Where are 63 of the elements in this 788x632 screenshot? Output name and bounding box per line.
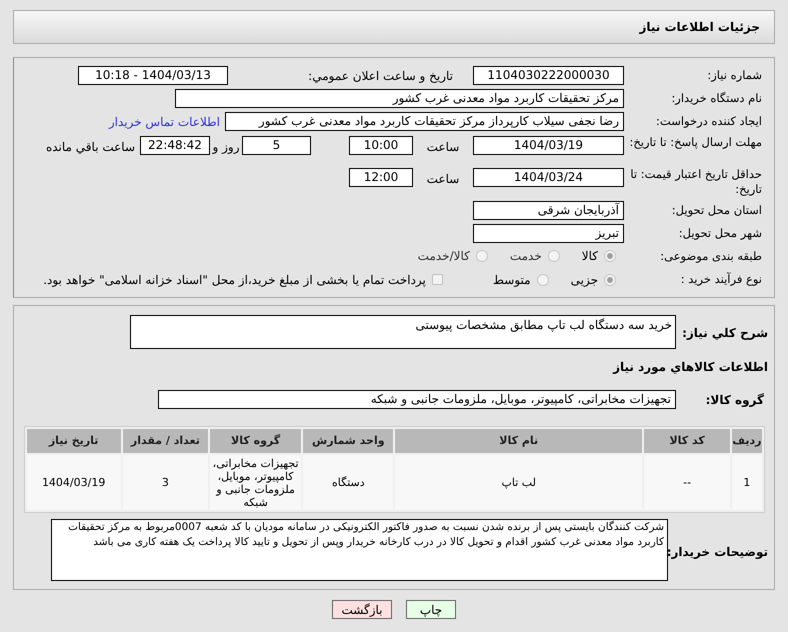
table-cell: 3: [122, 455, 208, 510]
field-label: روز و: [211, 139, 240, 156]
option-label: متوسط: [492, 272, 531, 288]
text-field[interactable]: آذربایجان شرقی: [473, 200, 624, 220]
field-label: ساعت باقي مانده: [46, 139, 135, 156]
field-label: مهلت ارسال پاسخ: تا تاریخ:: [628, 135, 762, 150]
radio-button[interactable]: [548, 250, 560, 262]
contact-link[interactable]: اطلاعات تماس خریدار: [108, 112, 220, 131]
text-field[interactable]: مرکز تحقیقات کاربرد مواد معدنی غرب کشور: [175, 89, 624, 108]
column-header: گروه کالا: [210, 429, 302, 453]
radio-button[interactable]: [476, 250, 488, 262]
option-label: خدمت: [510, 248, 542, 266]
text-field[interactable]: تبریز: [473, 224, 624, 243]
page-title: جزئیات اطلاعات نیاز: [639, 19, 760, 36]
field-label: حداقل تاریخ اعتبار قیمت: تا تاریخ:: [629, 166, 762, 197]
column-header: ردیف: [732, 429, 762, 453]
text-field[interactable]: 10:00: [349, 136, 413, 156]
radio-button[interactable]: [536, 274, 549, 286]
column-header: واحد شمارش: [303, 429, 394, 453]
column-header: کد کالا: [644, 429, 730, 453]
text-field[interactable]: تجهیزات مخابراتی، کامپیوتر، موبایل، ملزومات جانبی و شبکه: [158, 390, 676, 409]
back-button[interactable]: بازگشت: [332, 600, 392, 619]
field-label: شماره نیاز:: [706, 66, 762, 84]
option-label: جزیی: [570, 272, 598, 288]
field-label: ساعت: [426, 170, 460, 188]
radio-button[interactable]: [604, 250, 616, 262]
field-label: طبقه بندی موضوعی:: [659, 248, 762, 265]
text-field[interactable]: 1404/03/24: [473, 168, 624, 187]
text-field[interactable]: 1104030222000030: [473, 66, 624, 86]
field-label: نام دستگاه خریدار:: [670, 90, 762, 107]
field-label: شهر محل تحویل:: [678, 224, 762, 242]
checkbox[interactable]: [432, 274, 443, 285]
field-label: توضیحات خریدار:: [668, 544, 768, 561]
description-textarea[interactable]: خرید سه دستگاه لب تاپ مطابق مشخصات پیوستی: [130, 315, 676, 349]
field-label: ایجاد کننده درخواست:: [655, 112, 762, 130]
text-field[interactable]: 12:00: [349, 168, 413, 187]
text-field[interactable]: 1404/03/13 - 10:18: [78, 66, 228, 86]
text-field[interactable]: 5: [242, 136, 311, 156]
column-header: تاریخ نیاز: [26, 429, 121, 453]
field-label: نوع فرآیند خرید :: [680, 270, 762, 288]
table-cell: تجهیزات مخابراتی، کامپیوتر، موبایل، ملزومات جانبی و شبکه: [210, 455, 302, 510]
table-cell: دستگاه: [303, 455, 394, 510]
notes-textarea[interactable]: شرکت کنندگان بایستی پس از برنده شدن نسبت به صدور فاکتور الکترونیکی در سامانه مودیان با کد شعبه 0007مربوط به مرکز تحقیقات کاربرد مواد معدنی غرب کشور اقدام و تحویل کالا در درب کارخانه خریدار وپس از تحویل و تایید کالا پرداخت یک هفته کاری می باشد: [51, 519, 668, 581]
payment-note: پرداخت تمام یا بخشی از مبلغ خرید،از محل "اسناد خزانه اسلامی" خواهد بود.: [43, 272, 426, 288]
print-button[interactable]: چاپ: [406, 600, 456, 619]
field-label: تاریخ و ساعت اعلان عمومي:: [307, 68, 453, 85]
column-header: تعداد / مقدار: [122, 429, 208, 453]
column-header: نام کالا: [395, 429, 642, 453]
table-cell: 1: [732, 455, 762, 510]
field-label: گروه کالا:: [704, 392, 765, 408]
table-cell: 1404/03/19: [26, 455, 121, 510]
field-label: ساعت: [426, 139, 460, 156]
table-cell: لب تاپ: [395, 455, 642, 510]
countdown-field[interactable]: 22:48:42: [140, 136, 210, 156]
radio-button[interactable]: [604, 274, 616, 286]
table-cell: --: [644, 455, 730, 510]
text-field[interactable]: رضا نجفی سیلاب کارپرداز مرکز تحقیقات کاربرد مواد معدنی غرب کشور: [225, 112, 624, 132]
section-heading: اطلاعات کالاهاي مورد نیاز: [613, 359, 768, 376]
text-field[interactable]: 1404/03/19: [473, 136, 624, 156]
option-label: کالا/خدمت: [418, 248, 470, 266]
field-label: شرح کلي نیاز:: [681, 325, 768, 342]
field-label: استان محل تحویل:: [670, 202, 762, 219]
option-label: کالا: [582, 248, 598, 266]
